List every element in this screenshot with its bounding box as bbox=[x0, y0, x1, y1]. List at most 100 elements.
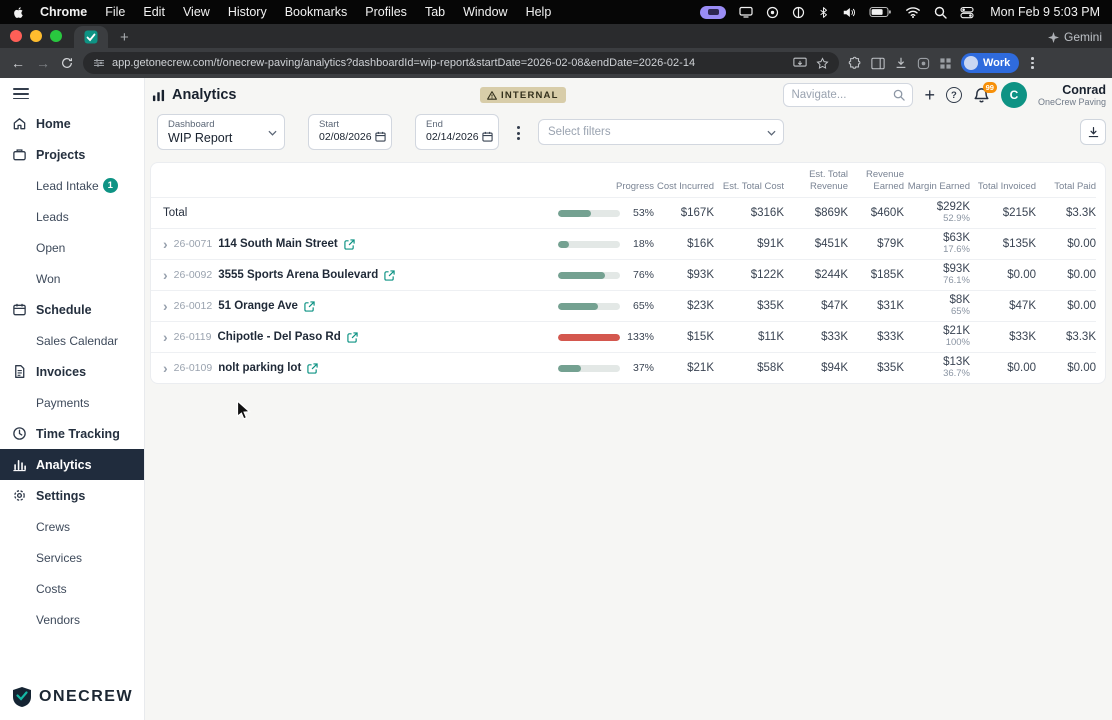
menubar-clock[interactable]: Mon Feb 9 5:03 PM bbox=[990, 5, 1100, 19]
wifi-icon[interactable] bbox=[905, 6, 921, 18]
bluetooth-icon[interactable] bbox=[818, 5, 829, 20]
sidebar-item-invoices[interactable]: Invoices bbox=[0, 356, 144, 387]
table-row[interactable]: › 26-0092 3555 Sports Arena Boulevard 76… bbox=[151, 259, 1096, 290]
navigate-input[interactable] bbox=[791, 89, 890, 101]
select-filters-dropdown[interactable]: Select filters bbox=[538, 119, 784, 145]
table-row[interactable]: › 26-0109 nolt parking lot 37% $21K $58K… bbox=[151, 352, 1096, 383]
screen-recording-indicator[interactable] bbox=[700, 5, 727, 19]
user-avatar[interactable]: C bbox=[1000, 82, 1027, 108]
external-link-icon[interactable] bbox=[347, 331, 358, 343]
filter-options-menu[interactable] bbox=[515, 124, 522, 142]
expand-chevron-icon[interactable]: › bbox=[163, 361, 168, 375]
sidebar-item-settings[interactable]: Settings bbox=[0, 480, 144, 511]
menu-help[interactable]: Help bbox=[517, 5, 561, 19]
sidebar-item-sales-calendar[interactable]: Sales Calendar bbox=[0, 325, 144, 356]
start-date-input[interactable]: Start 02/08/2026 bbox=[308, 114, 392, 150]
sidebar-item-projects[interactable]: Projects bbox=[0, 139, 144, 170]
notifications-button[interactable]: 99 bbox=[973, 81, 997, 104]
battery-icon[interactable] bbox=[869, 6, 892, 18]
table-row[interactable]: › 26-0071 114 South Main Street 18% $16K… bbox=[151, 228, 1096, 259]
back-button[interactable]: ← bbox=[10, 56, 26, 70]
sidebar-item-crews[interactable]: Crews bbox=[0, 511, 144, 542]
menu-file[interactable]: File bbox=[96, 5, 134, 19]
external-link-icon[interactable] bbox=[307, 362, 318, 374]
sidebar-item-analytics[interactable]: Analytics bbox=[0, 449, 144, 481]
sidebar-item-open[interactable]: Open bbox=[0, 232, 144, 263]
apple-menu-icon[interactable] bbox=[12, 5, 25, 20]
sidebar-item-leads[interactable]: Leads bbox=[0, 201, 144, 232]
minimize-window-button[interactable] bbox=[30, 30, 42, 42]
sidebar-item-services[interactable]: Services bbox=[0, 542, 144, 573]
progress-bar bbox=[558, 302, 620, 310]
column-est-total-revenue[interactable]: Est. Total Revenue bbox=[784, 169, 848, 192]
sidebar-item-time-tracking[interactable]: Time Tracking bbox=[0, 418, 144, 449]
est-total-cost-cell: $11K bbox=[757, 331, 784, 343]
extension-icon-2[interactable] bbox=[939, 57, 952, 70]
status-icon-1[interactable] bbox=[766, 6, 779, 19]
spotlight-icon[interactable] bbox=[934, 6, 947, 19]
new-tab-button[interactable]: + bbox=[120, 30, 129, 45]
reload-button[interactable] bbox=[60, 56, 74, 70]
menu-history[interactable]: History bbox=[219, 5, 276, 19]
table-row[interactable]: › 26-0012 51 Orange Ave 65% $23K $35K $4… bbox=[151, 290, 1096, 321]
expand-chevron-icon[interactable]: › bbox=[163, 268, 168, 282]
menu-window[interactable]: Window bbox=[454, 5, 516, 19]
forward-button[interactable]: → bbox=[35, 56, 51, 70]
control-center-icon[interactable] bbox=[960, 6, 974, 19]
sidebar-item-vendors[interactable]: Vendors bbox=[0, 604, 144, 635]
display-status-icon[interactable] bbox=[739, 6, 753, 18]
column-total-paid[interactable]: Total Paid bbox=[1036, 181, 1096, 192]
volume-icon[interactable] bbox=[842, 6, 856, 19]
sidebar-item-payments[interactable]: Payments bbox=[0, 387, 144, 418]
site-info-icon[interactable] bbox=[93, 57, 105, 69]
browser-tab[interactable] bbox=[74, 26, 108, 48]
project-cell: › 26-0109 nolt parking lot bbox=[151, 361, 558, 375]
expand-chevron-icon[interactable]: › bbox=[163, 330, 168, 344]
expand-chevron-icon[interactable]: › bbox=[163, 237, 168, 251]
column-progress[interactable]: Progress bbox=[558, 181, 654, 192]
menu-view[interactable]: View bbox=[174, 5, 219, 19]
sidebar-item-costs[interactable]: Costs bbox=[0, 573, 144, 604]
status-icon-2[interactable] bbox=[792, 6, 805, 19]
external-link-icon[interactable] bbox=[344, 238, 355, 250]
downloads-icon[interactable] bbox=[894, 56, 908, 70]
menu-bookmarks[interactable]: Bookmarks bbox=[276, 5, 357, 19]
sidebar-item-home[interactable]: Home bbox=[0, 108, 144, 139]
extension-icon-1[interactable] bbox=[917, 57, 930, 70]
export-download-button[interactable] bbox=[1080, 119, 1106, 145]
sidebar-item-schedule[interactable]: Schedule bbox=[0, 294, 144, 325]
menu-tab[interactable]: Tab bbox=[416, 5, 454, 19]
close-window-button[interactable] bbox=[10, 30, 22, 42]
sidebar-item-won[interactable]: Won bbox=[0, 263, 144, 294]
expand-chevron-icon[interactable]: › bbox=[163, 299, 168, 313]
sidebar-item-lead-intake[interactable]: Lead Intake 1 bbox=[0, 170, 144, 201]
table-row[interactable]: › 26-0119 Chipotle - Del Paso Rd 133% $1… bbox=[151, 321, 1096, 352]
navigate-search[interactable] bbox=[783, 83, 914, 107]
side-panel-icon[interactable] bbox=[871, 57, 885, 70]
quick-add-button[interactable]: + bbox=[924, 86, 935, 104]
help-button[interactable]: ? bbox=[945, 87, 962, 103]
user-menu[interactable]: Conrad OneCrew Paving bbox=[1038, 83, 1106, 108]
column-revenue-earned[interactable]: Revenue Earned bbox=[848, 169, 904, 192]
column-total-invoiced[interactable]: Total Invoiced bbox=[970, 181, 1036, 192]
zoom-window-button[interactable] bbox=[50, 30, 62, 42]
bookmark-star-icon[interactable] bbox=[816, 56, 829, 70]
url-text[interactable]: app.getonecrew.com/t/onecrew-paving/anal… bbox=[112, 57, 786, 69]
end-date-input[interactable]: End 02/14/2026 bbox=[415, 114, 499, 150]
dashboard-select[interactable]: Dashboard WIP Report bbox=[157, 114, 285, 150]
column-cost-incurred[interactable]: Cost Incurred bbox=[654, 181, 714, 192]
chrome-profile-chip[interactable]: Work bbox=[961, 53, 1020, 73]
external-link-icon[interactable] bbox=[384, 269, 395, 281]
cast-icon[interactable] bbox=[793, 57, 807, 69]
address-bar[interactable]: app.getonecrew.com/t/onecrew-paving/anal… bbox=[83, 52, 839, 74]
column-est-total-cost[interactable]: Est. Total Cost bbox=[714, 181, 784, 192]
menu-chrome[interactable]: Chrome bbox=[31, 5, 96, 19]
column-margin-earned[interactable]: Margin Earned bbox=[904, 181, 970, 192]
gemini-entry[interactable]: Gemini bbox=[1047, 30, 1102, 48]
sidebar-collapse-button[interactable] bbox=[13, 88, 29, 100]
external-link-icon[interactable] bbox=[304, 300, 315, 312]
menu-profiles[interactable]: Profiles bbox=[356, 5, 416, 19]
browser-menu-button[interactable] bbox=[1028, 57, 1037, 69]
extensions-puzzle-icon[interactable] bbox=[848, 56, 862, 70]
menu-edit[interactable]: Edit bbox=[134, 5, 174, 19]
